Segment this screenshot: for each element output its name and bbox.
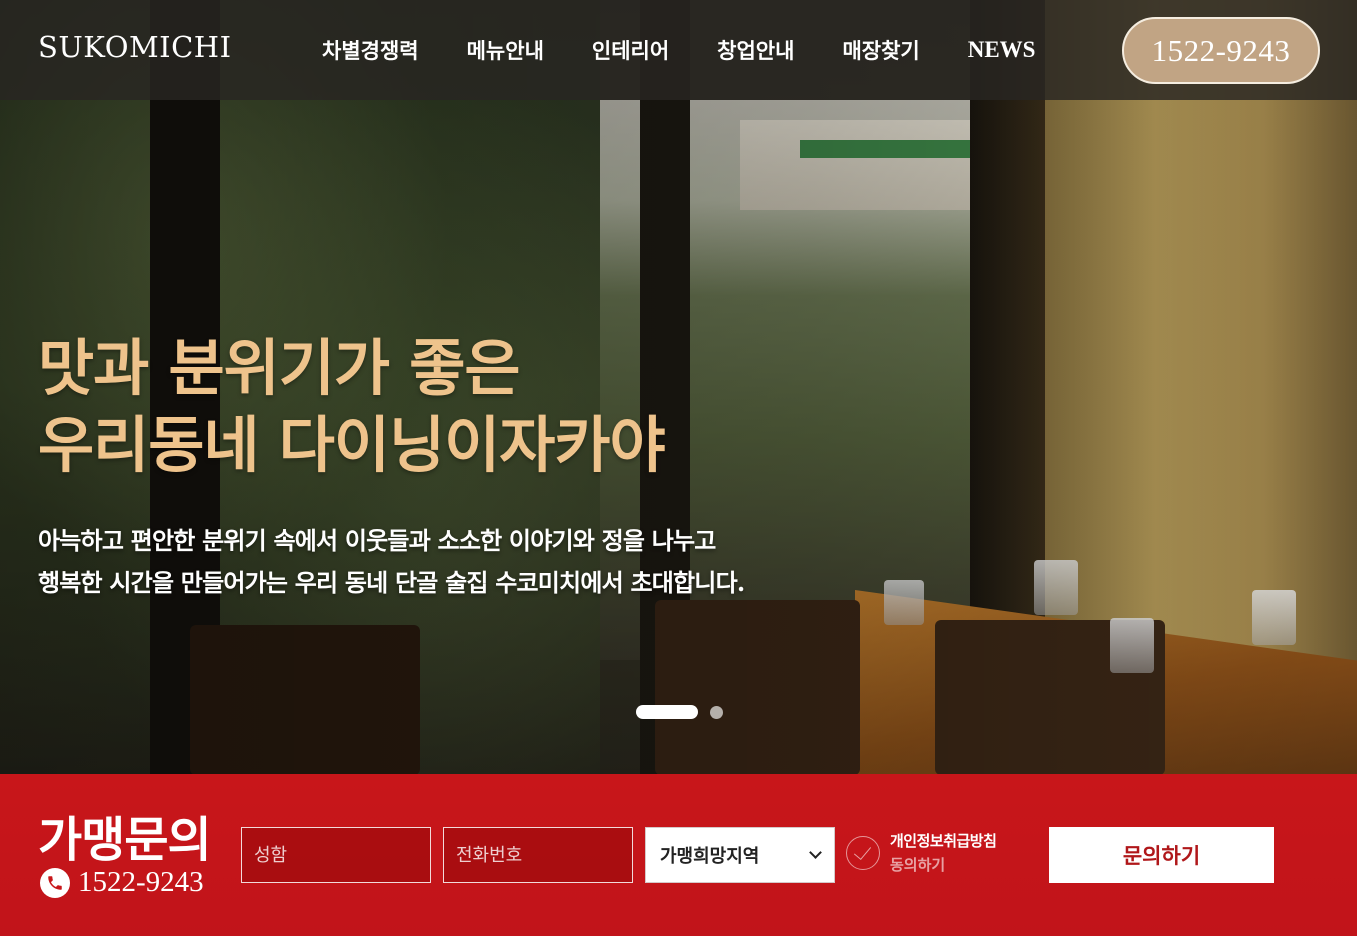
inquiry-phone: 1522-9243 (40, 866, 204, 899)
site-header: SUKOMICHI 차별경쟁력 메뉴안내 인테리어 창업안내 매장찾기 NEWS… (0, 0, 1357, 100)
hero-subtext-line-1: 아늑하고 편안한 분위기 속에서 이웃들과 소소한 이야기와 정을 나누고 (38, 526, 716, 555)
chevron-down-icon (809, 846, 822, 859)
slider-dot-active[interactable] (636, 705, 698, 719)
slider-pagination (636, 705, 723, 719)
region-select-value: 가맹희망지역 (660, 846, 760, 867)
main-nav: 차별경쟁력 메뉴안내 인테리어 창업안내 매장찾기 NEWS (322, 0, 1035, 100)
inquiry-title: 가맹문의 (38, 812, 212, 868)
hero-headline-line-2: 우리동네 다이닝이자카야 (38, 410, 666, 481)
header-phone-button[interactable]: 1522-9243 (1122, 17, 1320, 84)
hero-subtext-line-2: 행복한 시간을 만들어가는 우리 동네 단골 술집 수코미치에서 초대합니다. (38, 568, 745, 597)
slider-dot[interactable] (710, 705, 723, 719)
nav-item-menu[interactable]: 메뉴안내 (467, 35, 544, 65)
nav-item-interior[interactable]: 인테리어 (592, 35, 669, 65)
check-icon[interactable] (846, 835, 880, 870)
privacy-agree-label: 동의하기 (890, 856, 946, 874)
inquiry-phone-number: 1522-9243 (78, 866, 204, 898)
name-input[interactable] (241, 827, 431, 883)
hero-headline-line-1: 맛과 분위기가 좋은 (38, 333, 520, 404)
nav-item-franchise[interactable]: 창업안내 (717, 35, 794, 65)
submit-inquiry-button[interactable]: 문의하기 (1049, 827, 1274, 883)
phone-input[interactable] (443, 827, 633, 883)
region-select[interactable]: 가맹희망지역 (645, 827, 835, 883)
nav-item-store-finder[interactable]: 매장찾기 (842, 35, 919, 65)
hero-subtext: 아늑하고 편안한 분위기 속에서 이웃들과 소소한 이야기와 정을 나누고 행복… (38, 520, 745, 604)
privacy-agreement-text: 개인정보취급방침 동의하기 (890, 830, 997, 875)
nav-item-competitiveness[interactable]: 차별경쟁력 (322, 35, 419, 65)
nav-item-news[interactable]: NEWS (968, 37, 1036, 63)
hero-headline: 맛과 분위기가 좋은 우리동네 다이닝이자카야 (38, 330, 666, 484)
privacy-agreement[interactable]: 개인정보취급방침 동의하기 (846, 830, 997, 875)
logo[interactable]: SUKOMICHI (38, 30, 232, 64)
privacy-policy-link[interactable]: 개인정보취급방침 (890, 830, 997, 851)
phone-icon (40, 867, 70, 898)
